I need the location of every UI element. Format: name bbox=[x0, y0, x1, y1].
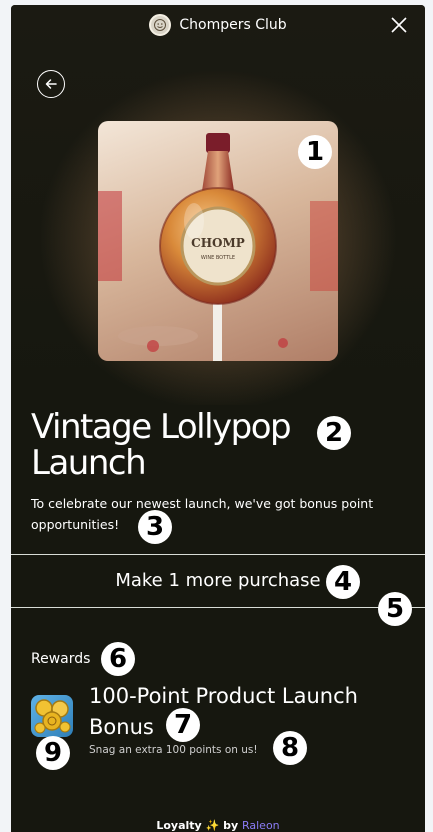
annotation-badge-divider: 5 bbox=[378, 592, 412, 626]
annotation-badge-reward-description: 8 bbox=[273, 731, 307, 765]
campaign-description: To celebrate our newest launch, we've go… bbox=[31, 496, 374, 532]
campaign-title-text: Vintage Lollypop Launch bbox=[31, 407, 292, 483]
annotation-badge-reward-title: 7 bbox=[166, 708, 200, 742]
footer-loyalty: Loyalty bbox=[156, 819, 202, 832]
progress-text-label: Make 1 more purchase bbox=[115, 570, 321, 591]
header-bar: Chompers Club bbox=[11, 5, 425, 45]
powered-by-footer: Loyalty ✨ by Raleon bbox=[11, 819, 425, 832]
progress-text: Make 1 more purchase bbox=[11, 570, 425, 591]
arrow-left-icon bbox=[45, 79, 57, 89]
reward-description: Snag an extra 100 points on us! bbox=[89, 744, 258, 756]
annotation-badge-description: 3 bbox=[138, 510, 172, 544]
divider-bottom bbox=[11, 607, 425, 608]
brand-logo-icon bbox=[149, 14, 172, 36]
sparkle-icon: ✨ bbox=[205, 819, 220, 832]
back-button[interactable] bbox=[37, 70, 65, 98]
annotation-badge-image: 1 bbox=[298, 135, 332, 169]
annotation-badge-reward-icon: 9 bbox=[36, 736, 70, 770]
brand-name: Chompers Club bbox=[179, 17, 287, 33]
annotation-badge-rewards: 6 bbox=[101, 642, 135, 676]
close-icon bbox=[391, 17, 407, 33]
svg-text:WINE BOTTLE: WINE BOTTLE bbox=[201, 255, 235, 261]
divider-top bbox=[11, 554, 425, 555]
annotation-badge-progress: 4 bbox=[326, 565, 360, 599]
footer-by: by bbox=[223, 819, 239, 832]
rewards-heading: Rewards bbox=[31, 651, 91, 667]
close-button[interactable] bbox=[387, 13, 411, 37]
annotation-badge-title: 2 bbox=[317, 416, 351, 450]
raleon-link[interactable]: Raleon bbox=[242, 819, 280, 832]
campaign-title: Vintage Lollypop Launch bbox=[31, 409, 411, 481]
loyalty-panel: Chompers Club CHOMP WINE BOTTLE 1 Vintag… bbox=[11, 5, 425, 832]
reward-title: 100-Point Product Launch Bonus bbox=[89, 684, 358, 739]
coins-bonus-icon bbox=[31, 695, 73, 737]
svg-text:CHOMP: CHOMP bbox=[191, 236, 245, 250]
